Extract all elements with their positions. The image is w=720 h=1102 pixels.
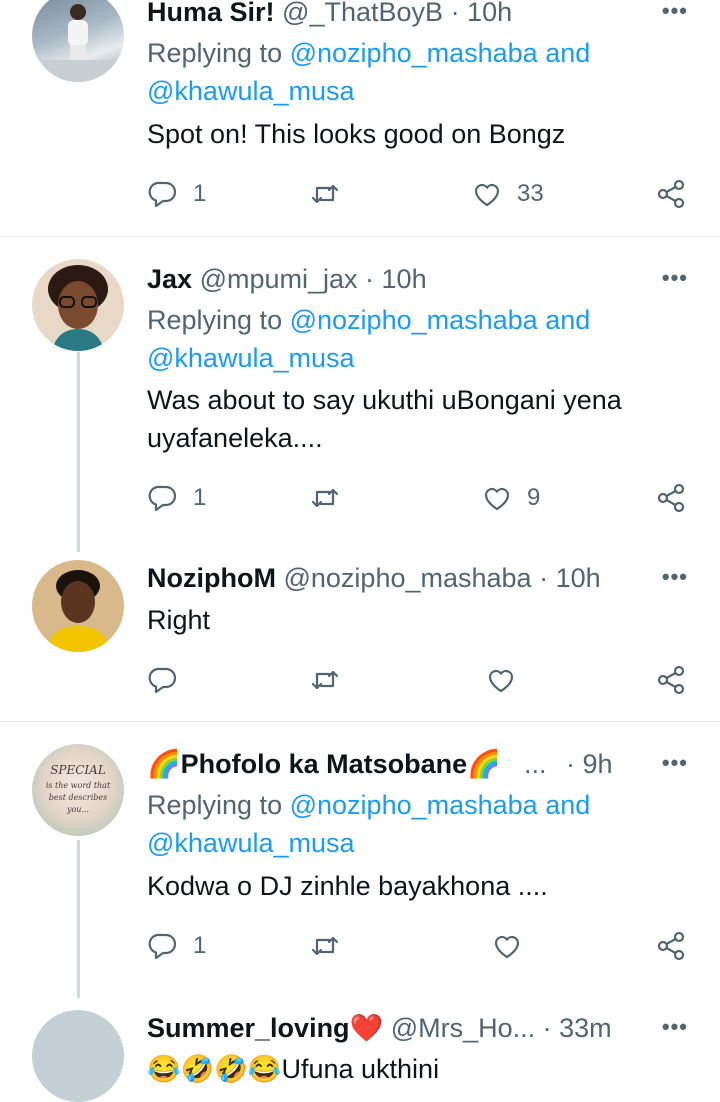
reply-button[interactable]: 1 xyxy=(147,174,206,214)
retweet-button[interactable] xyxy=(309,174,341,214)
like-count: 9 xyxy=(527,484,541,511)
username[interactable]: @Mrs_Ho... xyxy=(391,1013,535,1043)
more-icon[interactable]: ••• xyxy=(662,0,688,24)
more-icon[interactable]: ••• xyxy=(662,750,688,776)
mention-link[interactable]: @khawula_musa xyxy=(147,76,355,106)
reply-count: 1 xyxy=(193,932,207,959)
username[interactable]: @nozipho_mashaba xyxy=(283,563,531,593)
share-icon xyxy=(657,483,685,513)
heart-icon xyxy=(488,669,514,693)
share-icon xyxy=(657,931,685,961)
more-icon[interactable]: ••• xyxy=(662,1014,688,1040)
mention-link[interactable]: @nozipho_mashaba xyxy=(290,790,538,820)
display-name[interactable]: Jax xyxy=(147,264,192,294)
avatar[interactable] xyxy=(32,0,124,82)
reply-button[interactable] xyxy=(147,660,193,700)
reply-button[interactable]: 1 xyxy=(147,926,206,966)
tweet-text: Kodwa o DJ zinhle bayakhona .... xyxy=(147,871,548,901)
like-button[interactable] xyxy=(485,660,531,700)
heart-icon xyxy=(474,183,500,207)
retweet-button[interactable] xyxy=(309,660,341,700)
timestamp[interactable]: · 10h xyxy=(451,0,513,27)
like-count: 33 xyxy=(517,180,544,207)
replying-to-label: Replying to xyxy=(147,305,283,335)
display-name[interactable]: 🌈Phofolo ka Matsobane🌈 xyxy=(147,749,501,779)
mention-link[interactable]: @nozipho_mashaba xyxy=(290,38,538,68)
tweet-text: Spot on! This looks good on Bongz xyxy=(147,119,566,149)
share-button[interactable] xyxy=(655,926,687,966)
like-button[interactable] xyxy=(491,926,537,966)
display-name[interactable]: Summer_loving❤️ xyxy=(147,1013,383,1043)
avatar[interactable] xyxy=(32,560,124,652)
thread-line xyxy=(77,352,80,552)
mention-and: and xyxy=(545,790,591,820)
more-icon[interactable]: ••• xyxy=(662,564,688,590)
display-name[interactable]: Huma Sir! xyxy=(147,0,275,27)
retweet-icon xyxy=(311,184,339,204)
tweet-text: Right xyxy=(147,605,211,635)
share-button[interactable] xyxy=(655,174,687,214)
timestamp[interactable]: · 9h xyxy=(566,749,613,779)
username[interactable]: @mpumi_jax xyxy=(200,264,358,294)
timestamp[interactable]: · 10h xyxy=(365,264,427,294)
retweet-button[interactable] xyxy=(309,478,341,518)
more-icon[interactable]: ••• xyxy=(662,265,688,291)
reply-icon xyxy=(148,667,177,694)
heart-icon xyxy=(484,487,510,511)
like-button[interactable]: 9 xyxy=(481,478,540,518)
timestamp[interactable]: · 10h xyxy=(539,563,601,593)
reply-button[interactable]: 1 xyxy=(147,478,206,518)
username[interactable]: ... xyxy=(524,749,547,779)
avatar-text: you... xyxy=(66,805,89,814)
display-name[interactable]: NoziphoM xyxy=(147,563,276,593)
reply-icon xyxy=(148,485,177,512)
divider xyxy=(0,236,720,237)
like-button[interactable]: 33 xyxy=(471,174,544,214)
reply-icon xyxy=(148,181,177,208)
avatar-text: is the word that xyxy=(46,781,111,790)
share-button[interactable] xyxy=(655,660,687,700)
username[interactable]: @_ThatBoyB xyxy=(282,0,443,27)
timestamp[interactable]: · 33m xyxy=(543,1013,612,1043)
tweet-text: uyafaneleka.... xyxy=(147,423,323,453)
mention-link[interactable]: @khawula_musa xyxy=(147,343,355,373)
reply-count: 1 xyxy=(193,484,207,511)
share-icon xyxy=(657,665,685,695)
thread-line xyxy=(77,840,80,998)
mention-link[interactable]: @nozipho_mashaba xyxy=(290,305,538,335)
share-button[interactable] xyxy=(655,478,687,518)
reply-count: 1 xyxy=(193,180,207,207)
avatar-text: best describes xyxy=(49,793,108,802)
mention-and: and xyxy=(545,305,591,335)
replying-to-label: Replying to xyxy=(147,38,283,68)
divider xyxy=(0,721,720,722)
avatar[interactable]: SPECIAL is the word that best describes … xyxy=(32,744,124,836)
retweet-icon xyxy=(311,936,339,956)
retweet-icon xyxy=(311,488,339,508)
retweet-button[interactable] xyxy=(309,926,341,966)
avatar[interactable] xyxy=(32,259,124,351)
tweet-text: 😂🤣🤣😂Ufuna ukthini xyxy=(147,1054,440,1084)
avatar-text: SPECIAL xyxy=(50,763,106,777)
tweet-text: Was about to say ukuthi uBongani yena xyxy=(147,385,622,415)
share-icon xyxy=(657,179,685,209)
reply-icon xyxy=(148,933,177,960)
mention-link[interactable]: @khawula_musa xyxy=(147,828,355,858)
replying-to-label: Replying to xyxy=(147,790,283,820)
retweet-icon xyxy=(311,670,339,690)
avatar[interactable] xyxy=(32,1010,124,1102)
heart-icon xyxy=(494,935,520,959)
mention-and: and xyxy=(545,38,591,68)
